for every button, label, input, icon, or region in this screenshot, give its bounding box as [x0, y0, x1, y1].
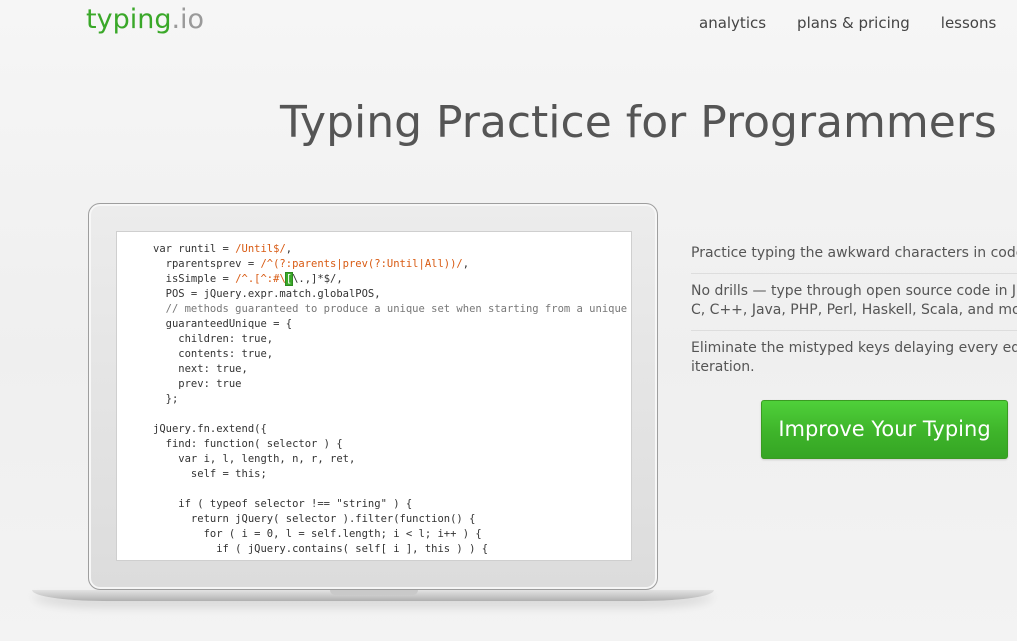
- feature-text: Practice typing the awkward characters i…: [691, 245, 1017, 261]
- laptop-notch: [330, 590, 418, 595]
- top-nav: analytics plans & pricing lessons: [699, 14, 996, 32]
- feature-text: No drills — type through open source cod…: [691, 283, 1017, 299]
- feature-item: Eliminate the mistyped keys delaying eve…: [691, 331, 1017, 387]
- code-line: children: true,: [153, 333, 274, 345]
- code-line: prev: true: [153, 378, 242, 390]
- code-block: var runtil = /Until$/, rparentsprev = /^…: [117, 232, 631, 557]
- code-line: // methods guaranteed to produce a uniqu…: [153, 303, 632, 315]
- logo-brand: typing: [86, 4, 172, 35]
- feature-item: Practice typing the awkward characters i…: [691, 236, 1017, 274]
- code-line: return jQuery( selector ).filter(functio…: [153, 513, 476, 525]
- improve-typing-button[interactable]: Improve Your Typing: [761, 400, 1008, 459]
- nav-lessons[interactable]: lessons: [941, 14, 997, 32]
- code-line: if ( jQuery.contains( self[ i ], this ) …: [153, 543, 489, 555]
- feature-text: Eliminate the mistyped keys delaying eve…: [691, 340, 1017, 356]
- feature-text: iteration.: [691, 359, 755, 375]
- code-line: var runtil = /Until$/,: [153, 243, 293, 255]
- logo-tld: .io: [171, 4, 205, 35]
- feature-item: No drills — type through open source cod…: [691, 274, 1017, 331]
- code-line: isSimple = /^.[^:#\[\.,]*$/,: [153, 272, 343, 286]
- page-title: Typing Practice for Programmers: [280, 97, 997, 148]
- code-line: POS = jQuery.expr.match.globalPOS,: [153, 288, 381, 300]
- feature-list: Practice typing the awkward characters i…: [691, 236, 1017, 387]
- code-line: contents: true,: [153, 348, 274, 360]
- code-line: var i, l, length, n, r, ret,: [153, 453, 356, 465]
- code-line: find: function( selector ) {: [153, 438, 343, 450]
- code-line: next: true,: [153, 363, 248, 375]
- code-line: guaranteedUnique = {: [153, 318, 293, 330]
- logo[interactable]: typing.io: [86, 4, 204, 35]
- code-line: jQuery.fn.extend({: [153, 423, 267, 435]
- code-line: if ( typeof selector !== "string" ) {: [153, 498, 413, 510]
- feature-text: C, C++, Java, PHP, Perl, Haskell, Scala,…: [691, 302, 1017, 318]
- code-line: for ( i = 0, l = self.length; i < l; i++…: [153, 528, 482, 540]
- code-preview: var runtil = /Until$/, rparentsprev = /^…: [116, 231, 632, 561]
- code-line: self = this;: [153, 468, 267, 480]
- code-line: rparentsprev = /^(?:parents|prev(?:Until…: [153, 258, 470, 270]
- code-line: };: [153, 393, 179, 405]
- nav-analytics[interactable]: analytics: [699, 14, 766, 32]
- nav-plans-pricing[interactable]: plans & pricing: [797, 14, 910, 32]
